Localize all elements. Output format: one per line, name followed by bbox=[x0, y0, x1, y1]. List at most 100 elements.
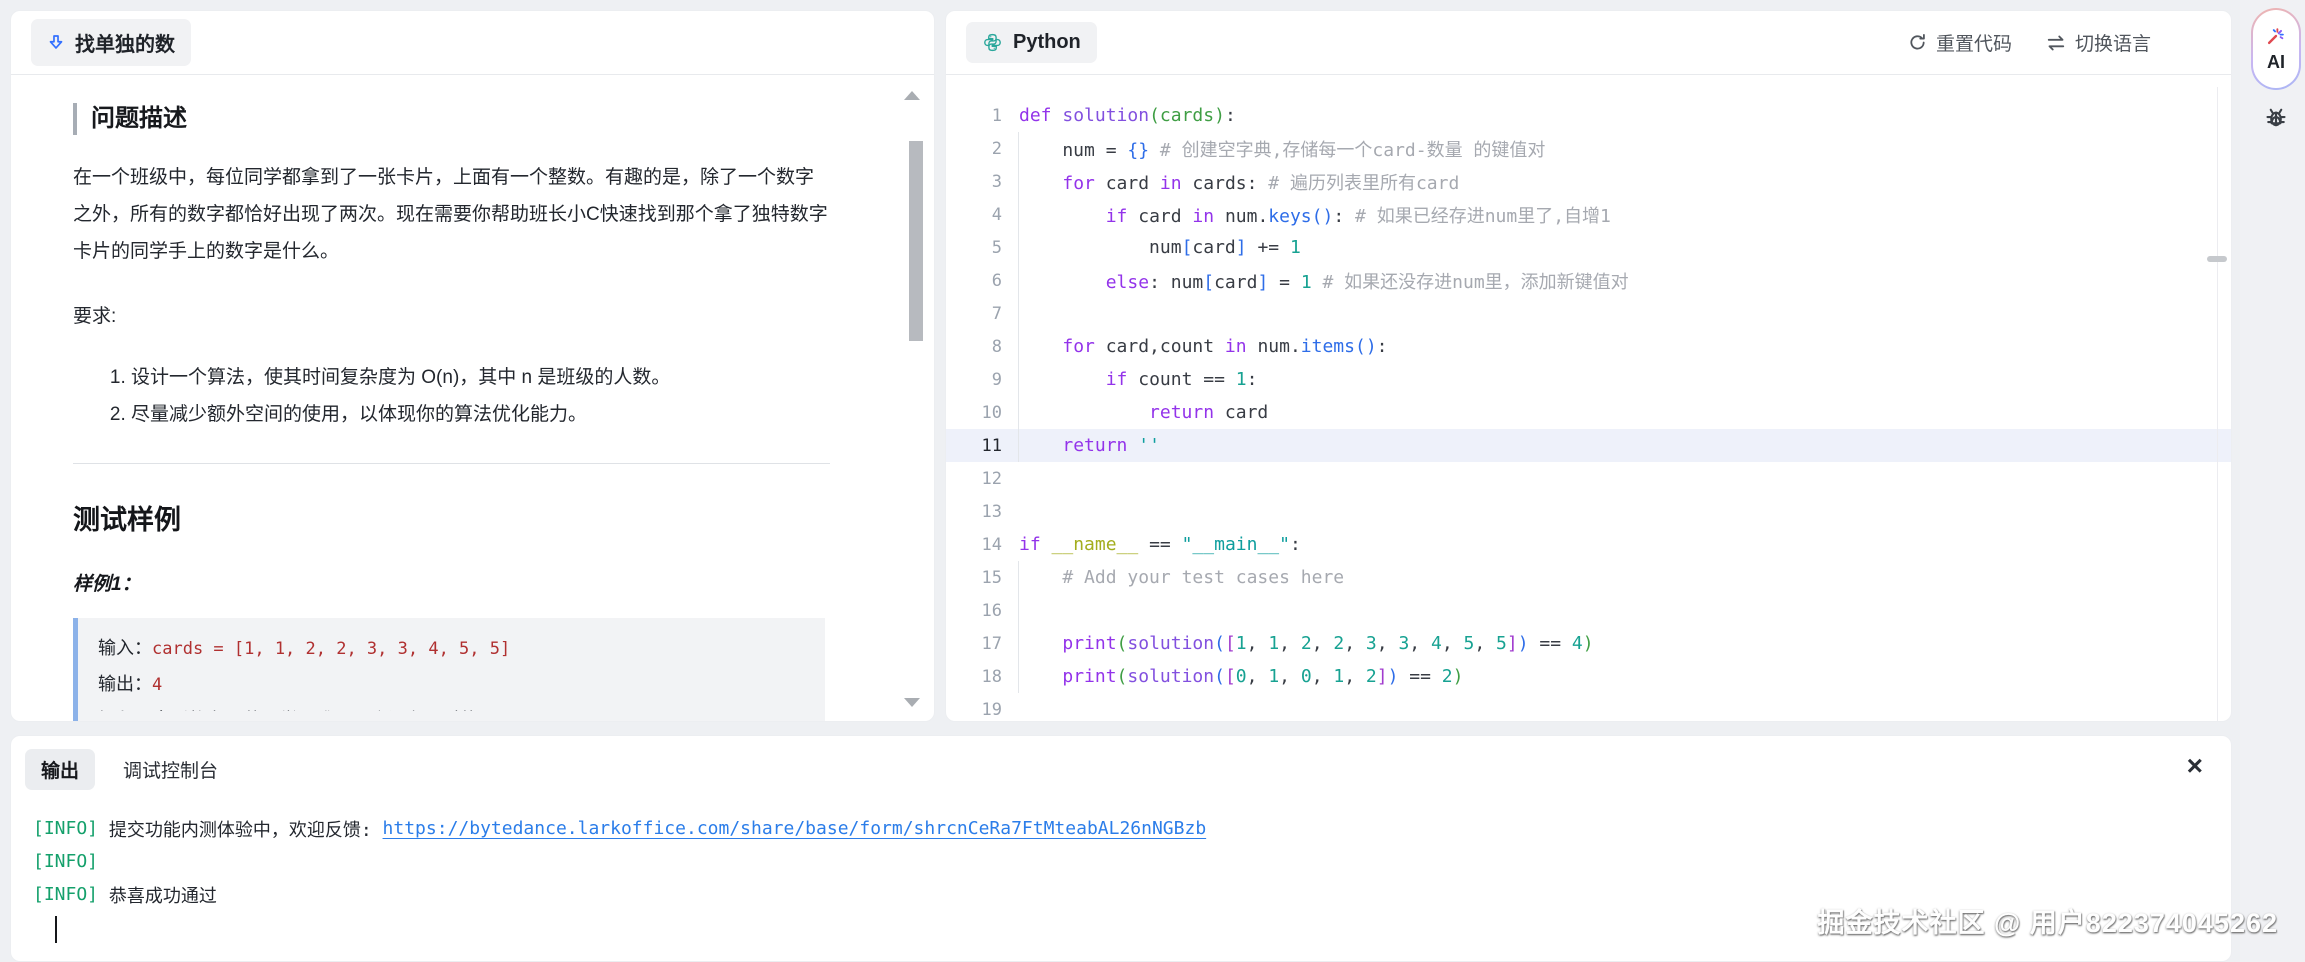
log-level-badge: [INFO] bbox=[33, 818, 98, 839]
code-token: 4 bbox=[1572, 633, 1583, 654]
code-token: , bbox=[1344, 633, 1366, 654]
code-token: , bbox=[1247, 666, 1269, 687]
code-token: [ bbox=[1225, 633, 1236, 654]
code-token: : bbox=[1247, 369, 1258, 390]
problem-tab-label: 找单独的数 bbox=[75, 28, 175, 57]
code-token: return bbox=[1149, 402, 1214, 423]
reset-code-button[interactable]: 重置代码 bbox=[1908, 29, 2012, 56]
editor-scroll-divider bbox=[2217, 87, 2218, 721]
code-line: 4 if card in num.keys(): # 如果已经存进num里了,自… bbox=[946, 198, 2231, 231]
code-token bbox=[1019, 666, 1062, 687]
code-line: 3 for card in cards: # 遍历列表里所有card bbox=[946, 165, 2231, 198]
code-token: += bbox=[1247, 237, 1290, 258]
code-token: # Add your test cases here bbox=[1062, 567, 1344, 588]
code-token: ] bbox=[1236, 237, 1247, 258]
code-token: for bbox=[1062, 173, 1095, 194]
code-token: else bbox=[1106, 272, 1149, 293]
console-line: [INFO] 提交功能内测体验中，欢迎反馈: https://bytedance… bbox=[33, 812, 2231, 845]
code-token: == bbox=[1398, 666, 1441, 687]
language-tab-label: Python bbox=[1013, 31, 1081, 54]
code-token bbox=[1019, 435, 1062, 456]
code-line: 6 else: num[card] = 1 # 如果还没存进num里，添加新键值… bbox=[946, 264, 2231, 297]
code-token: cards: bbox=[1182, 173, 1269, 194]
editor-scrollbar-thumb[interactable] bbox=[2207, 256, 2227, 262]
code-line: 11 return '' bbox=[946, 429, 2231, 462]
requirement-item: 尽量减少额外空间的使用，以体现你的算法优化能力。 bbox=[131, 396, 829, 433]
code-token: [ bbox=[1225, 666, 1236, 687]
code-token bbox=[1019, 206, 1106, 227]
console-cursor bbox=[55, 916, 57, 943]
language-tab[interactable]: Python bbox=[966, 22, 1097, 63]
code-token: # 创建空字典,存储每一个card-数量 的键值对 bbox=[1160, 140, 1546, 161]
code-token: 1 bbox=[1236, 369, 1247, 390]
code-token: keys bbox=[1268, 206, 1311, 227]
code-token: [ bbox=[1182, 237, 1193, 258]
problem-scrollbar-thumb[interactable] bbox=[909, 141, 923, 341]
code-token: : num bbox=[1149, 272, 1203, 293]
line-number: 13 bbox=[946, 502, 1002, 522]
code-token: 2 bbox=[1333, 633, 1344, 654]
section-divider bbox=[73, 463, 830, 464]
problem-tab[interactable]: 找单独的数 bbox=[31, 19, 191, 66]
code-token bbox=[1127, 435, 1138, 456]
code-token: ] bbox=[1377, 666, 1388, 687]
switch-language-label: 切换语言 bbox=[2075, 29, 2151, 56]
tab-output[interactable]: 输出 bbox=[25, 749, 95, 790]
ai-assistant-button[interactable]: AI bbox=[2251, 8, 2301, 90]
log-level-badge: [INFO] bbox=[33, 884, 98, 905]
code-token: 0 bbox=[1301, 666, 1312, 687]
code-token: '' bbox=[1138, 435, 1160, 456]
code-line: 7 bbox=[946, 297, 2231, 330]
code-token: ( bbox=[1117, 633, 1128, 654]
ai-sparkle-icon bbox=[2265, 25, 2287, 47]
sample-1-input-line: 输入：cards = [1, 1, 2, 2, 3, 3, 4, 5, 5] bbox=[98, 631, 805, 667]
requirement-item: 设计一个算法，使其时间复杂度为 O(n)，其中 n 是班级的人数。 bbox=[131, 359, 829, 396]
line-number: 2 bbox=[946, 139, 1002, 159]
code-line: 12 bbox=[946, 462, 2231, 495]
debug-bug-button[interactable] bbox=[2261, 102, 2291, 132]
code-token: print bbox=[1062, 633, 1116, 654]
code-line-text: return card bbox=[1002, 402, 1268, 423]
sample-1-box: 输入：cards = [1, 1, 2, 2, 3, 3, 4, 5, 5] 输… bbox=[73, 618, 825, 721]
code-token: solution bbox=[1127, 666, 1214, 687]
tab-debug-console[interactable]: 调试控制台 bbox=[123, 756, 218, 783]
code-editor[interactable]: 1def solution(cards):2 num = {} # 创建空字典,… bbox=[946, 87, 2231, 721]
code-line-text: # Add your test cases here bbox=[1002, 567, 1344, 588]
code-line: 8 for card,count in num.items(): bbox=[946, 330, 2231, 363]
problem-description-text: 在一个班级中，每位同学都拿到了一张卡片，上面有一个整数。有趣的是，除了一个数字之… bbox=[73, 159, 829, 270]
code-token bbox=[1052, 105, 1063, 126]
code-token: 1 bbox=[1236, 633, 1247, 654]
code-token: 1 bbox=[1268, 633, 1279, 654]
code-token: 1 bbox=[1290, 237, 1301, 258]
code-token: , bbox=[1279, 666, 1301, 687]
code-token bbox=[1041, 534, 1052, 555]
code-token: 2 bbox=[1366, 666, 1377, 687]
scroll-up-arrow[interactable] bbox=[904, 91, 920, 100]
line-number: 12 bbox=[946, 469, 1002, 489]
code-line-text: print(solution([0, 1, 0, 1, 2]) == 2) bbox=[1002, 666, 1463, 687]
code-token: 5 bbox=[1464, 633, 1475, 654]
scroll-down-arrow[interactable] bbox=[904, 698, 920, 707]
ai-button-label: AI bbox=[2267, 52, 2285, 73]
sample-output-code: 4 bbox=[152, 675, 162, 695]
code-token: ( bbox=[1117, 666, 1128, 687]
switch-language-button[interactable]: 切换语言 bbox=[2046, 29, 2151, 56]
code-token: ( bbox=[1214, 666, 1225, 687]
code-token: () bbox=[1312, 206, 1334, 227]
code-token: if bbox=[1106, 206, 1128, 227]
close-icon[interactable]: × bbox=[2187, 752, 2203, 780]
line-number: 19 bbox=[946, 700, 1002, 720]
console-link[interactable]: https://bytedance.larkoffice.com/share/b… bbox=[383, 818, 1207, 839]
code-line: 1def solution(cards): bbox=[946, 99, 2231, 132]
code-token: if bbox=[1106, 369, 1128, 390]
code-line: 19 bbox=[946, 693, 2231, 726]
line-number: 6 bbox=[946, 271, 1002, 291]
line-number: 9 bbox=[946, 370, 1002, 390]
code-token: in bbox=[1225, 336, 1247, 357]
code-line: 13 bbox=[946, 495, 2231, 528]
line-number: 7 bbox=[946, 304, 1002, 324]
line-number: 14 bbox=[946, 535, 1002, 555]
code-token: if bbox=[1019, 534, 1041, 555]
code-token: ) bbox=[1518, 633, 1529, 654]
code-token: ( bbox=[1149, 105, 1160, 126]
